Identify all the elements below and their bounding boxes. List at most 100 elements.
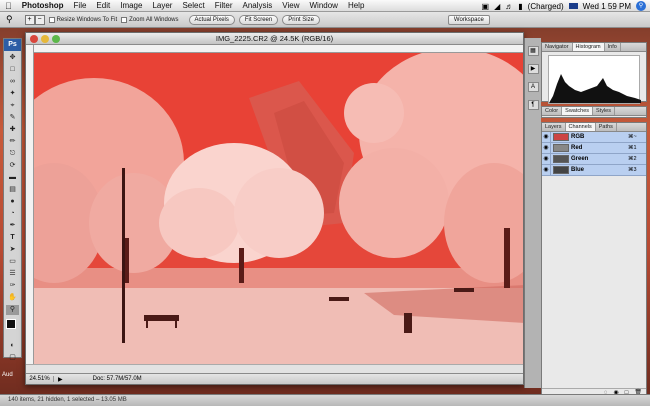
histogram-graph: [548, 55, 641, 104]
character-palette-icon[interactable]: A: [527, 82, 539, 92]
volume-icon[interactable]: ♬: [505, 2, 513, 11]
finder-status-bar: 140 items, 21 hidden, 1 selected – 13.05…: [0, 394, 650, 406]
channel-thumbnail: [553, 133, 569, 141]
eye-icon[interactable]: ◉: [542, 142, 551, 154]
channel-row-red[interactable]: ◉ Red ⌘1: [542, 142, 646, 154]
menu-image[interactable]: Image: [115, 1, 147, 10]
workspace-button[interactable]: Workspace: [447, 14, 490, 25]
palette-well: ▦ ▶ A ¶: [524, 38, 541, 388]
spotlight-icon[interactable]: ⚲: [636, 1, 646, 11]
menu-filter[interactable]: Filter: [210, 1, 238, 10]
tab-paths[interactable]: Paths: [596, 123, 617, 131]
channel-row-blue[interactable]: ◉ Blue ⌘3: [542, 164, 646, 176]
quick-mask-icon[interactable]: ◐: [6, 341, 19, 351]
magic-wand-icon[interactable]: ✦: [6, 89, 19, 99]
tab-color[interactable]: Color: [542, 107, 563, 115]
lasso-tool-icon[interactable]: ∞: [6, 77, 19, 87]
doc-info[interactable]: Doc: 57.7M/57.0M: [93, 376, 142, 382]
slice-tool-icon[interactable]: ✎: [6, 113, 19, 123]
print-size-button[interactable]: Print Size: [282, 14, 320, 25]
flag-icon[interactable]: [568, 3, 578, 9]
battery-status[interactable]: (Charged): [528, 2, 564, 11]
channel-name: Blue: [571, 167, 585, 173]
channel-row-rgb[interactable]: ◉ RGB ⌘~: [542, 131, 646, 143]
image-canvas[interactable]: [34, 53, 523, 364]
eye-icon[interactable]: ◉: [542, 153, 551, 165]
brush-tool-icon[interactable]: ✏: [6, 137, 19, 147]
channel-row-green[interactable]: ◉ Green ⌘2: [542, 153, 646, 165]
histogram-shape: [549, 74, 641, 103]
menu-window[interactable]: Window: [304, 1, 342, 10]
tab-navigator[interactable]: Navigator: [542, 43, 573, 51]
blur-tool-icon[interactable]: ●: [6, 197, 19, 207]
zoom-tool-box-icon[interactable]: ⚲: [6, 305, 19, 315]
zoom-level[interactable]: 24.51%: [26, 376, 54, 382]
fit-screen-button[interactable]: Fit Screen: [238, 14, 279, 25]
paragraph-palette-icon[interactable]: ¶: [527, 100, 539, 110]
clone-stamp-icon[interactable]: ⎋: [6, 149, 19, 159]
menu-select[interactable]: Select: [177, 1, 209, 10]
zoom-tool-icon[interactable]: ⚲: [6, 14, 13, 25]
menu-file[interactable]: File: [69, 1, 92, 10]
channel-name: RGB: [571, 134, 585, 140]
marquee-tool-icon[interactable]: □: [6, 65, 19, 75]
menu-help[interactable]: Help: [343, 1, 369, 10]
tab-styles[interactable]: Styles: [593, 107, 615, 115]
eye-icon[interactable]: ◉: [542, 164, 551, 176]
ps-badge[interactable]: Ps: [4, 39, 21, 51]
menu-view[interactable]: View: [277, 1, 304, 10]
zoom-out-icon[interactable]: −: [34, 14, 45, 25]
zoom-in-icon[interactable]: +: [24, 14, 35, 25]
tab-histogram[interactable]: Histogram: [572, 43, 605, 51]
vertical-ruler[interactable]: [26, 45, 34, 364]
dodge-tool-icon[interactable]: ◔: [6, 209, 19, 219]
wifi-icon[interactable]: ◢: [494, 2, 500, 11]
zoom-all-checkbox[interactable]: Zoom All Windows: [121, 16, 179, 23]
notes-tool-icon[interactable]: ☰: [6, 269, 19, 279]
channel-thumbnail: [553, 166, 569, 174]
tab-swatches[interactable]: Swatches: [562, 107, 594, 115]
battery-icon[interactable]: ▮: [518, 2, 522, 11]
horizontal-scrollbar[interactable]: [26, 364, 523, 373]
tab-layers[interactable]: Layers: [542, 123, 566, 131]
menu-analysis[interactable]: Analysis: [237, 1, 277, 10]
floppy-icon[interactable]: ▣: [482, 2, 490, 11]
horizontal-ruler[interactable]: [34, 45, 523, 53]
menu-layer[interactable]: Layer: [147, 1, 177, 10]
color-swatches[interactable]: [4, 319, 21, 339]
zoom-button[interactable]: [52, 35, 60, 43]
eye-icon[interactable]: ◉: [542, 131, 551, 143]
actions-palette-icon[interactable]: ▶: [527, 64, 539, 74]
shape-tool-icon[interactable]: ▭: [6, 257, 19, 267]
tab-channels[interactable]: Channels: [565, 123, 596, 131]
foreground-color[interactable]: [6, 319, 16, 329]
actual-pixels-button[interactable]: Actual Pixels: [188, 14, 235, 25]
pen-tool-icon[interactable]: ✒: [6, 221, 19, 231]
clock[interactable]: Wed 1 59 PM: [583, 2, 631, 11]
move-tool-icon[interactable]: ✥: [6, 53, 19, 63]
channel-thumbnail: [553, 144, 569, 152]
history-brush-icon[interactable]: ⟳: [6, 161, 19, 171]
checkbox-box[interactable]: [121, 16, 128, 23]
app-menu[interactable]: Photoshop: [17, 1, 69, 10]
gradient-tool-icon[interactable]: ▤: [6, 185, 19, 195]
document-titlebar[interactable]: IMG_2225.CR2 @ 24.5K (RGB/16): [26, 33, 523, 45]
menu-edit[interactable]: Edit: [91, 1, 115, 10]
type-tool-icon[interactable]: T: [6, 233, 19, 243]
eyedropper-icon[interactable]: ✑: [6, 281, 19, 291]
resize-windows-checkbox[interactable]: Resize Windows To Fit: [48, 16, 117, 23]
healing-brush-icon[interactable]: ✚: [6, 125, 19, 135]
screen-mode-icon[interactable]: ▢: [6, 353, 19, 363]
hand-tool-icon[interactable]: ✋: [6, 293, 19, 303]
status-arrow-icon[interactable]: ▶: [58, 376, 63, 383]
channel-shortcut: ⌘~: [628, 134, 637, 140]
history-palette-icon[interactable]: ▦: [527, 46, 539, 56]
checkbox-box[interactable]: [48, 16, 55, 23]
crop-tool-icon[interactable]: ⌖: [6, 101, 19, 111]
tab-info[interactable]: Info: [605, 43, 621, 51]
eraser-tool-icon[interactable]: ▬: [6, 173, 19, 183]
path-select-icon[interactable]: ➤: [6, 245, 19, 255]
apple-menu-icon[interactable]: : [0, 1, 17, 11]
minimize-button[interactable]: [41, 35, 49, 43]
close-button[interactable]: [30, 35, 38, 43]
